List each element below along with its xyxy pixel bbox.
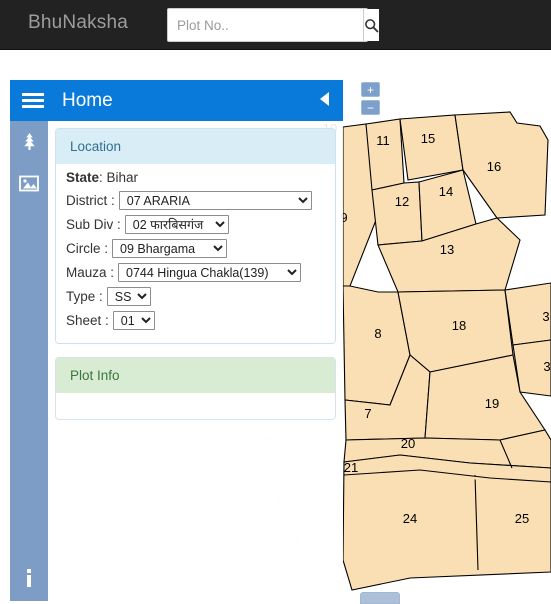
- circle-row: Circle : 09 Bhargama: [66, 238, 325, 259]
- plot-info-card-body: [56, 393, 335, 419]
- plot-search-group: [167, 8, 379, 42]
- info-icon: [27, 569, 31, 587]
- location-card-header: Location: [56, 129, 335, 164]
- sheet-label: Sheet :: [66, 313, 109, 328]
- sheet-select[interactable]: 01: [112, 311, 155, 330]
- map-parcel-label[interactable]: 12: [395, 194, 409, 209]
- map-parcel-label[interactable]: 20: [401, 436, 415, 451]
- page-title: Home: [62, 89, 113, 111]
- sheet-row: Sheet : 01: [66, 310, 325, 331]
- tool-rail: [10, 120, 48, 601]
- search-icon: [365, 18, 379, 32]
- type-label: Type :: [66, 289, 103, 304]
- circle-select[interactable]: 09 Bhargama: [112, 239, 228, 258]
- collapse-left-icon[interactable]: [320, 92, 329, 106]
- district-select[interactable]: 07 ARARIA: [118, 191, 312, 210]
- map-parcel-label[interactable]: 3: [543, 359, 550, 374]
- sidebar-item-layers-tree[interactable]: [10, 120, 48, 162]
- mauza-select[interactable]: 0744 Hingua Chakla(139): [118, 263, 302, 282]
- type-select[interactable]: SS: [106, 287, 151, 306]
- hamburger-icon[interactable]: [22, 90, 44, 112]
- state-value: Bihar: [106, 170, 139, 185]
- state-label: State: [66, 170, 100, 185]
- side-panel: Location State: Bihar District : 07 ARAR…: [48, 121, 343, 601]
- map-parcel-label[interactable]: 16: [487, 159, 501, 174]
- map-parcel-label[interactable]: 15: [421, 131, 435, 146]
- map-parcel-label[interactable]: 25: [515, 511, 529, 526]
- sub-division-row: Sub Div : 02 फारबिसगंज: [66, 214, 325, 235]
- map-parcel-label[interactable]: 14: [439, 184, 453, 199]
- map-parcel-label[interactable]: 19: [485, 396, 499, 411]
- district-label: District :: [66, 193, 115, 208]
- type-row: Type : SS: [66, 286, 325, 307]
- sidebar-item-info[interactable]: [10, 563, 48, 593]
- location-card: Location State: Bihar District : 07 ARAR…: [55, 128, 336, 344]
- map-zoom-control[interactable]: + −: [361, 82, 380, 118]
- brand-logo[interactable]: BhuNaksha: [28, 12, 128, 34]
- zoom-in-button[interactable]: +: [361, 82, 380, 97]
- search-button[interactable]: [363, 9, 379, 41]
- plot-info-card-header: Plot Info: [56, 358, 335, 393]
- panel-header: Home: [10, 80, 343, 121]
- mauza-row: Mauza : 0744 Hingua Chakla(139): [66, 262, 325, 283]
- map-parcel-label[interactable]: 18: [452, 318, 466, 333]
- search-input[interactable]: [168, 9, 363, 41]
- map-bottom-control[interactable]: [360, 592, 400, 604]
- map-parcel-label[interactable]: 21: [344, 460, 358, 475]
- circle-label: Circle :: [66, 241, 109, 256]
- top-navbar: BhuNaksha: [0, 0, 551, 50]
- plot-info-card: Plot Info: [55, 357, 336, 420]
- map-parcel-label[interactable]: 3: [542, 309, 549, 324]
- map-parcel-label[interactable]: 11: [376, 133, 390, 148]
- sub-division-label: Sub Div :: [66, 217, 121, 232]
- map-parcel-label[interactable]: 24: [403, 511, 417, 526]
- map-parcel-label[interactable]: 13: [440, 242, 454, 257]
- sub-division-select[interactable]: 02 फारबिसगंज: [124, 215, 229, 234]
- map-parcel-label[interactable]: 8: [374, 326, 381, 341]
- location-card-body: State: Bihar District : 07 ARARIA Sub Di…: [56, 164, 335, 343]
- zoom-out-button[interactable]: −: [361, 100, 380, 115]
- state-row: State: Bihar: [66, 170, 139, 185]
- map-parcel-label[interactable]: 7: [364, 406, 371, 421]
- tree-icon: [23, 132, 35, 150]
- mauza-label: Mauza :: [66, 265, 115, 280]
- image-icon: [19, 175, 39, 191]
- district-row: District : 07 ARARIA: [66, 190, 325, 211]
- sidebar-item-map-image[interactable]: [10, 162, 48, 204]
